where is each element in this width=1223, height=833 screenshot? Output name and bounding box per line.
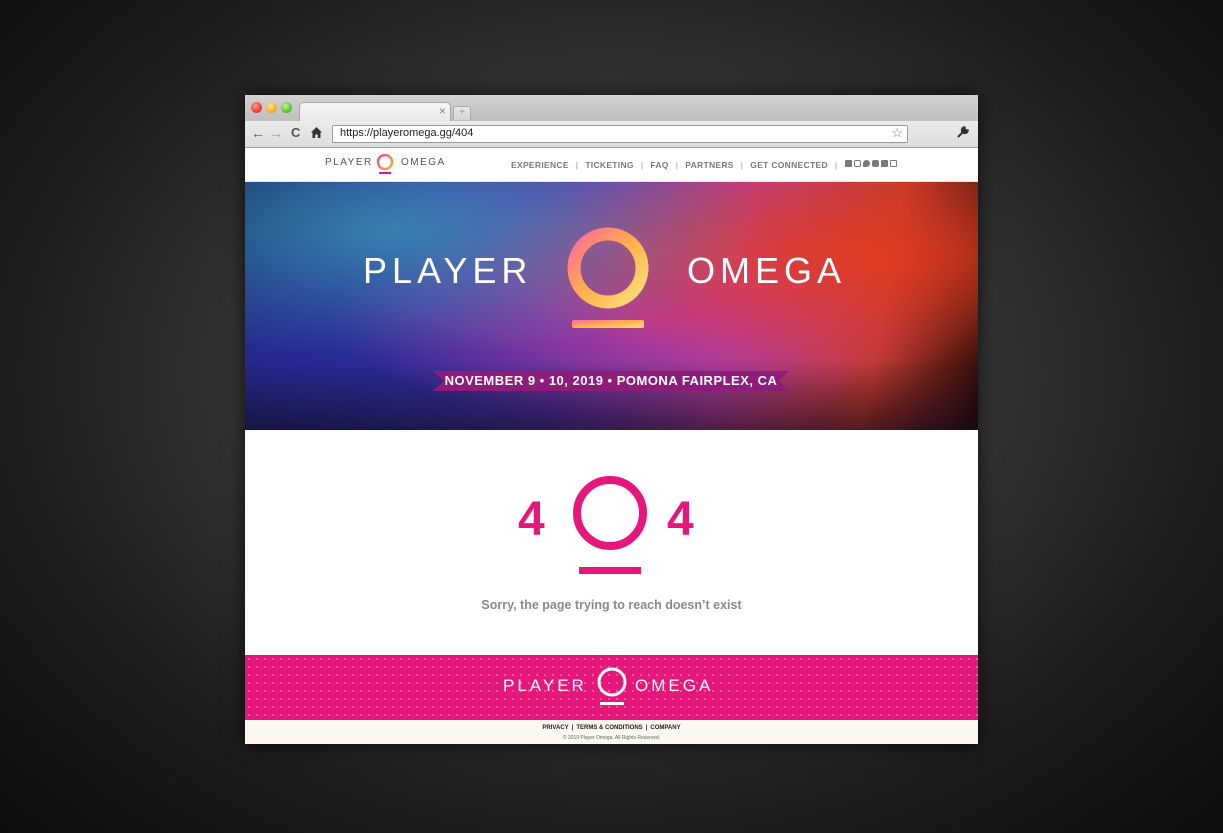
reload-icon[interactable]: C [291,125,300,141]
forward-icon[interactable]: → [269,125,283,141]
tab-close-icon[interactable]: × [439,104,446,118]
event-date-location: NOVEMBER 9 • 10, 2019 • POMONA FAIRPLEX,… [444,373,778,388]
omega-logo-icon [567,227,649,328]
discord-icon[interactable] [881,160,888,167]
error-digit-left: 4 [518,493,545,546]
bookmark-star-icon[interactable]: ☆ [891,125,903,141]
footer-links: PRIVACY | TERMS & CONDITIONS | COMPANY [245,725,978,731]
site-header: PLAYER OMEGA EXPERIENCE | TICKETING | FAQ | PA… [245,148,978,182]
nav-separator: | [640,160,644,170]
wrench-icon[interactable] [956,125,970,139]
copyright-text: © 2019 Player Omega. All Rights Reserved… [562,735,661,741]
nav-partners[interactable]: PARTNERS [685,160,734,170]
browser-window: × + ← → C https://playeromega.gg/404 ☆ P… [245,95,978,744]
header-logo-word-right: OMEGA [401,157,446,168]
hero-banner: PLAYER OMEGA NOVEMBER 9 • 10, 2019 • POM… [245,182,978,430]
twitter-icon[interactable] [863,160,870,167]
omega-logo-icon [597,667,627,705]
footer-link-terms[interactable]: TERMS & CONDITIONS [576,725,642,731]
back-icon[interactable]: ← [251,125,265,141]
header-logo[interactable]: PLAYER OMEGA [325,153,444,174]
nav-separator: | [834,160,838,170]
address-bar[interactable]: https://playeromega.gg/404 ☆ [332,125,908,143]
omega-404-icon [573,476,647,574]
youtube-icon[interactable] [872,160,879,167]
main-menu: EXPERIENCE | TICKETING | FAQ | PARTNERS | GET CO… [511,160,844,170]
instagram-icon[interactable] [854,160,861,167]
footer-logo-word-right: OMEGA [635,676,714,695]
nav-faq[interactable]: FAQ [650,160,668,170]
error-section: 4 4 Sorry, the page trying to reach does… [245,430,978,655]
footer-link-privacy[interactable]: PRIVACY [542,725,568,731]
footer-banner: PLAYER OMEGA [245,655,978,720]
tab-bar: × + [245,95,978,122]
social-links [845,160,897,167]
twitch-icon[interactable] [890,160,897,167]
nav-get-connected[interactable]: GET CONNECTED [750,160,828,170]
url-text[interactable]: https://playeromega.gg/404 [340,127,473,139]
footer-link-separator: | [645,725,648,731]
new-tab-button[interactable]: + [453,106,471,120]
zoom-window-button[interactable] [281,102,292,113]
nav-separator: | [675,160,679,170]
nav-separator: | [740,160,744,170]
footer-link-company[interactable]: COMPANY [650,725,680,731]
header-logo-word-left: PLAYER [325,157,373,168]
close-window-button[interactable] [251,102,262,113]
browser-tab[interactable]: × [299,102,451,122]
browser-toolbar: ← → C https://playeromega.gg/404 ☆ [245,121,978,148]
hero-title-left: PLAYER [363,250,533,291]
footer-link-separator: | [571,725,574,731]
nav-separator: | [575,160,579,170]
error-message: Sorry, the page trying to reach doesn’t … [481,598,742,612]
hero-shade [245,360,978,430]
footer-logo-word-left: PLAYER [503,676,587,695]
omega-logo-icon [376,153,394,174]
nav-experience[interactable]: EXPERIENCE [511,160,569,170]
hero-title-right: OMEGA [687,250,847,291]
nav-ticketing[interactable]: TICKETING [585,160,634,170]
home-icon[interactable] [310,126,323,139]
minimize-window-button[interactable] [266,102,277,113]
error-digit-right: 4 [667,493,694,546]
sub-footer: PRIVACY | TERMS & CONDITIONS | COMPANY © 201… [245,720,978,744]
facebook-icon[interactable] [845,160,852,167]
